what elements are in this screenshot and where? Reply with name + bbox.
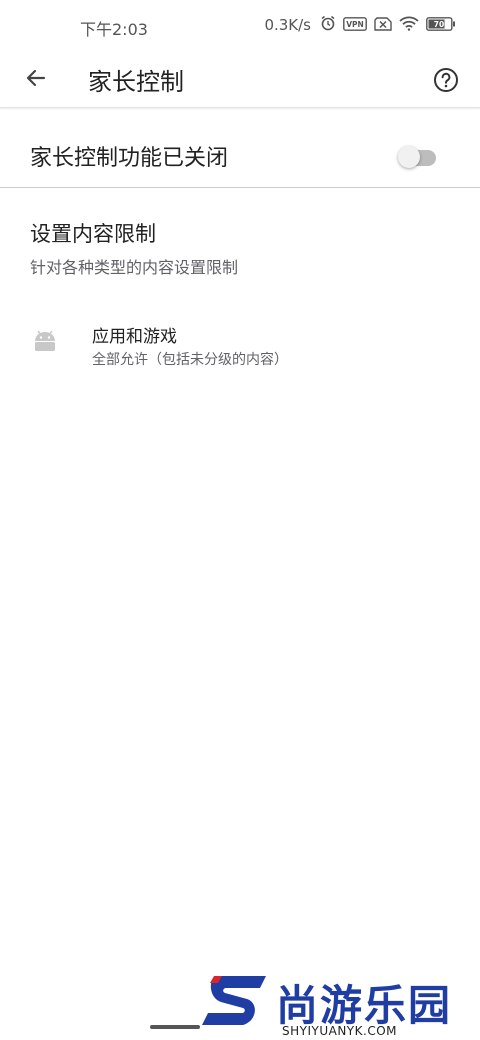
gesture-nav-handle[interactable] — [150, 1025, 200, 1029]
status-time: 下午2:03 — [80, 20, 148, 39]
toggle-label: 家长控制功能已关闭 — [30, 146, 229, 171]
watermark-s-logo — [202, 976, 266, 1025]
android-icon — [32, 328, 58, 354]
content-restrictions-section: 设置内容限制 针对各种类型的内容设置限制 — [30, 218, 238, 278]
watermark-url: SHYIYUANYK.COM — [282, 1024, 397, 1038]
network-speed: 0.3K/s — [264, 16, 311, 34]
item-summary: 全部允许（包括未分级的内容） — [92, 352, 288, 368]
section-subtitle: 针对各种类型的内容设置限制 — [30, 258, 239, 277]
apps-and-games-item[interactable]: 应用和游戏 全部允许（包括未分级的内容） — [0, 306, 480, 386]
switch-thumb — [398, 146, 420, 168]
vpn-label: VPN — [346, 20, 364, 29]
help-button[interactable] — [426, 60, 466, 100]
item-title: 应用和游戏 — [92, 327, 177, 347]
battery-icon: 70 — [426, 16, 456, 35]
parental-controls-switch[interactable] — [398, 144, 438, 184]
vpn-icon: VPN — [343, 16, 367, 35]
status-icons: 0.3K/s VPN 70 — [264, 15, 456, 35]
app-bar: 家长控制 — [0, 52, 480, 108]
arrow-back-icon — [26, 69, 46, 87]
status-bar: 下午2:03 0.3K/s VPN 70 — [0, 0, 480, 52]
sim-off-icon — [374, 16, 392, 35]
parental-controls-toggle-row[interactable]: 家长控制功能已关闭 — [0, 110, 480, 188]
alarm-icon — [320, 15, 336, 35]
section-title: 设置内容限制 — [30, 222, 156, 246]
back-button[interactable] — [18, 60, 54, 96]
watermark-logo: 尚游乐园 SHYIYUANYK.COM — [200, 972, 480, 1040]
battery-level: 70 — [434, 20, 444, 29]
page-title: 家长控制 — [88, 68, 184, 96]
help-circle-icon — [434, 68, 458, 92]
wifi-icon — [399, 16, 419, 35]
